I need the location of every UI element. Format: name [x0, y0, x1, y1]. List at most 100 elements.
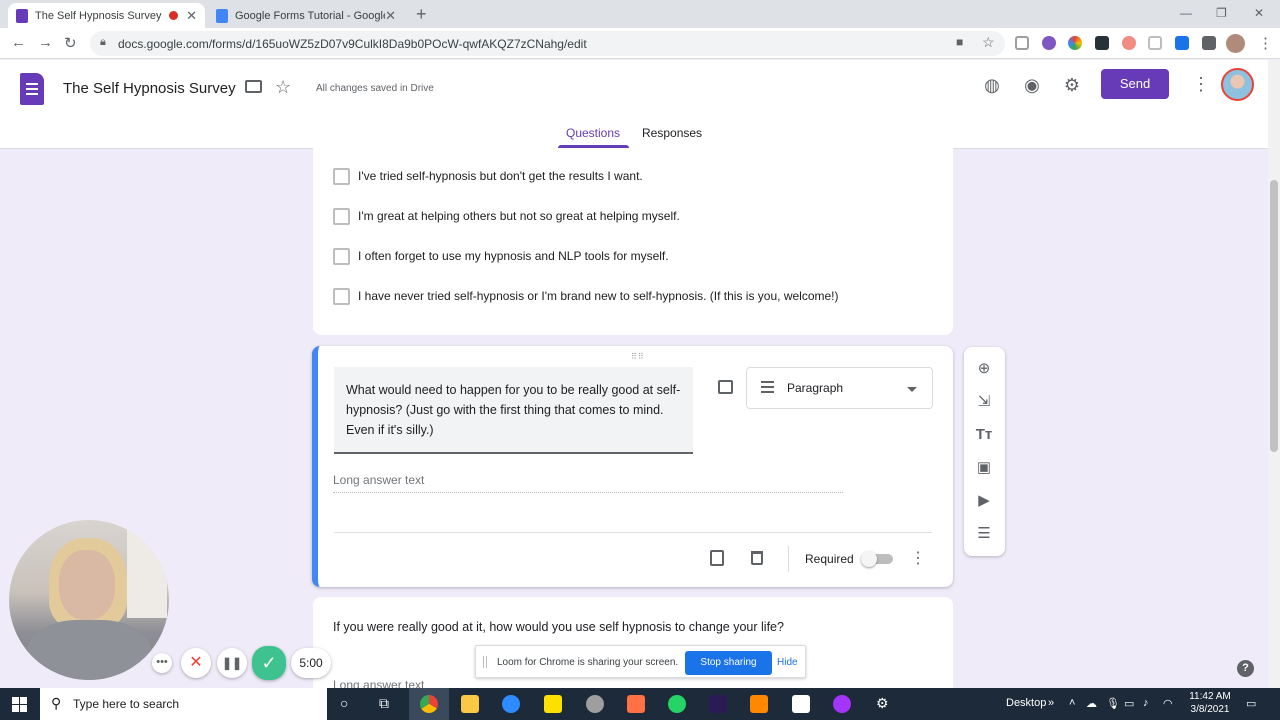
tray-overflow-icon[interactable]: »: [1048, 697, 1054, 709]
app-icon[interactable]: [792, 695, 810, 713]
checkbox-option[interactable]: I'm great at helping others but not so g…: [333, 206, 680, 226]
premiere-rush-icon[interactable]: [709, 695, 727, 713]
settings-gear-icon[interactable]: ⚙: [876, 695, 889, 712]
extension-icon[interactable]: [1068, 36, 1082, 50]
loom-finish-icon[interactable]: ✓: [252, 646, 286, 680]
address-bar[interactable]: 🔒︎ docs.google.com/forms/d/165uoWZ5zD07v…: [90, 31, 1005, 56]
wifi-icon[interactable]: ◠: [1163, 697, 1173, 710]
question-type-dropdown[interactable]: Paragraph: [746, 367, 933, 409]
page-scrollbar[interactable]: [1268, 60, 1280, 688]
close-tab-icon[interactable]: ✕: [186, 8, 197, 24]
add-image-icon[interactable]: ▣: [974, 458, 994, 478]
app-icon[interactable]: [627, 695, 645, 713]
checkbox-option[interactable]: I have never tried self-hypnosis or I'm …: [333, 286, 839, 306]
required-toggle[interactable]: [861, 551, 893, 567]
checkbox-question-card[interactable]: I've tried self-hypnosis but don't get t…: [313, 148, 953, 335]
checkbox-option[interactable]: I've tried self-hypnosis but don't get t…: [333, 166, 643, 186]
checkbox[interactable]: [333, 207, 350, 225]
reload-icon[interactable]: ↻: [64, 34, 77, 52]
avatar[interactable]: [1221, 68, 1254, 101]
chrome-menu-icon[interactable]: ⋮: [1258, 34, 1273, 52]
add-question-icon[interactable]: ⊕: [974, 359, 994, 379]
question-title-input[interactable]: What would need to happen for you to be …: [334, 367, 693, 454]
checkbox[interactable]: [333, 167, 350, 185]
file-explorer-icon[interactable]: [461, 695, 479, 713]
checkbox-option[interactable]: I often forget to use my hypnosis and NL…: [333, 246, 669, 266]
hide-button[interactable]: Hide: [777, 657, 798, 668]
camera-icon[interactable]: ■: [956, 35, 963, 49]
webcam-bubble[interactable]: [9, 520, 169, 680]
folder-icon[interactable]: [245, 80, 262, 93]
browser-tab-survey[interactable]: The Self Hypnosis Survey - G ✕: [8, 3, 205, 28]
add-title-icon[interactable]: Tт: [974, 425, 994, 445]
extension-icon[interactable]: [1095, 36, 1109, 50]
send-button[interactable]: Send: [1101, 69, 1169, 99]
delete-icon[interactable]: [751, 551, 763, 565]
restore-icon[interactable]: ❐: [1216, 6, 1227, 20]
desktop-label[interactable]: Desktop: [1006, 697, 1046, 709]
long-answer-placeholder: Long answer text: [333, 678, 425, 688]
microphone-icon[interactable]: 🎙︎: [1106, 697, 1120, 710]
zoom-icon[interactable]: [502, 695, 520, 713]
tab-questions[interactable]: Questions: [566, 126, 620, 140]
palette-icon[interactable]: ◍: [982, 75, 1002, 95]
loom-more-icon[interactable]: •••: [152, 653, 172, 673]
duplicate-icon[interactable]: [710, 550, 724, 566]
active-question-card[interactable]: ⠿⠿ What would need to happen for you to …: [312, 346, 953, 587]
import-questions-icon[interactable]: ⇲: [974, 392, 994, 412]
preview-eye-icon[interactable]: ◉: [1022, 75, 1042, 95]
task-view-icon[interactable]: ⧉: [379, 695, 389, 712]
loom-pause-icon[interactable]: ❚❚: [217, 648, 247, 678]
star-icon[interactable]: ☆: [275, 77, 291, 98]
notifications-icon[interactable]: ▭: [1246, 697, 1256, 710]
forms-logo-icon[interactable]: [20, 73, 44, 105]
profile-icon[interactable]: [1226, 34, 1245, 53]
windows-start-icon[interactable]: [12, 697, 27, 712]
more-options-icon[interactable]: ⋮: [1192, 74, 1210, 95]
checkbox[interactable]: [333, 247, 350, 265]
extension-icon[interactable]: [1175, 36, 1189, 50]
vlc-icon[interactable]: [750, 695, 768, 713]
extension-icon[interactable]: [1122, 36, 1136, 50]
sticky-notes-icon[interactable]: [544, 695, 562, 713]
forward-icon[interactable]: →: [38, 34, 53, 51]
battery-icon[interactable]: ▭: [1124, 697, 1134, 710]
new-tab-button[interactable]: +: [416, 4, 427, 25]
settings-gear-icon[interactable]: ⚙: [1062, 75, 1082, 95]
drag-handle-icon[interactable]: ⠿⠿: [631, 352, 645, 361]
extension-icon[interactable]: [1148, 36, 1162, 50]
extension-icon[interactable]: [1015, 36, 1029, 50]
close-window-icon[interactable]: ✕: [1254, 6, 1264, 20]
extension-icon[interactable]: [1042, 36, 1056, 50]
puzzle-icon[interactable]: [1202, 36, 1216, 50]
checkbox[interactable]: [333, 287, 350, 305]
app-icon[interactable]: [586, 695, 604, 713]
help-icon[interactable]: ?: [1237, 660, 1254, 677]
grip-icon[interactable]: [483, 656, 487, 668]
volume-icon[interactable]: ♪: [1143, 697, 1149, 709]
taskbar-search[interactable]: ⚲ Type here to search: [40, 688, 327, 720]
cortana-icon[interactable]: ○: [340, 695, 348, 711]
question-more-icon[interactable]: ⋮: [910, 548, 926, 568]
stop-sharing-button[interactable]: Stop sharing: [685, 651, 772, 675]
close-tab-icon[interactable]: ✕: [385, 8, 396, 24]
onedrive-icon[interactable]: ☁: [1086, 697, 1097, 710]
taskbar-clock[interactable]: 11:42 AM 3/8/2021: [1182, 690, 1238, 716]
browser-toolbar: ← → ↻ 🔒︎ docs.google.com/forms/d/165uoWZ…: [0, 28, 1280, 59]
add-video-icon[interactable]: ▶: [974, 491, 994, 511]
browser-tab-tutorial[interactable]: Google Forms Tutorial - Google I ✕: [208, 3, 404, 28]
form-title[interactable]: The Self Hypnosis Survey: [63, 80, 236, 97]
add-section-icon[interactable]: ☰: [974, 524, 994, 544]
minimize-icon[interactable]: —: [1180, 6, 1192, 20]
whatsapp-icon[interactable]: [668, 695, 686, 713]
tray-chevron-icon[interactable]: ˄: [1069, 697, 1075, 709]
add-image-icon[interactable]: [718, 380, 733, 394]
bookmark-star-icon[interactable]: ☆: [982, 34, 995, 51]
scrollbar-thumb[interactable]: [1270, 180, 1278, 452]
required-label: Required: [805, 552, 854, 566]
loom-cancel-icon[interactable]: ✕: [181, 648, 211, 678]
chrome-icon[interactable]: [420, 695, 438, 713]
messenger-icon[interactable]: [833, 695, 851, 713]
back-icon[interactable]: ←: [11, 34, 26, 51]
tab-responses[interactable]: Responses: [642, 126, 702, 140]
